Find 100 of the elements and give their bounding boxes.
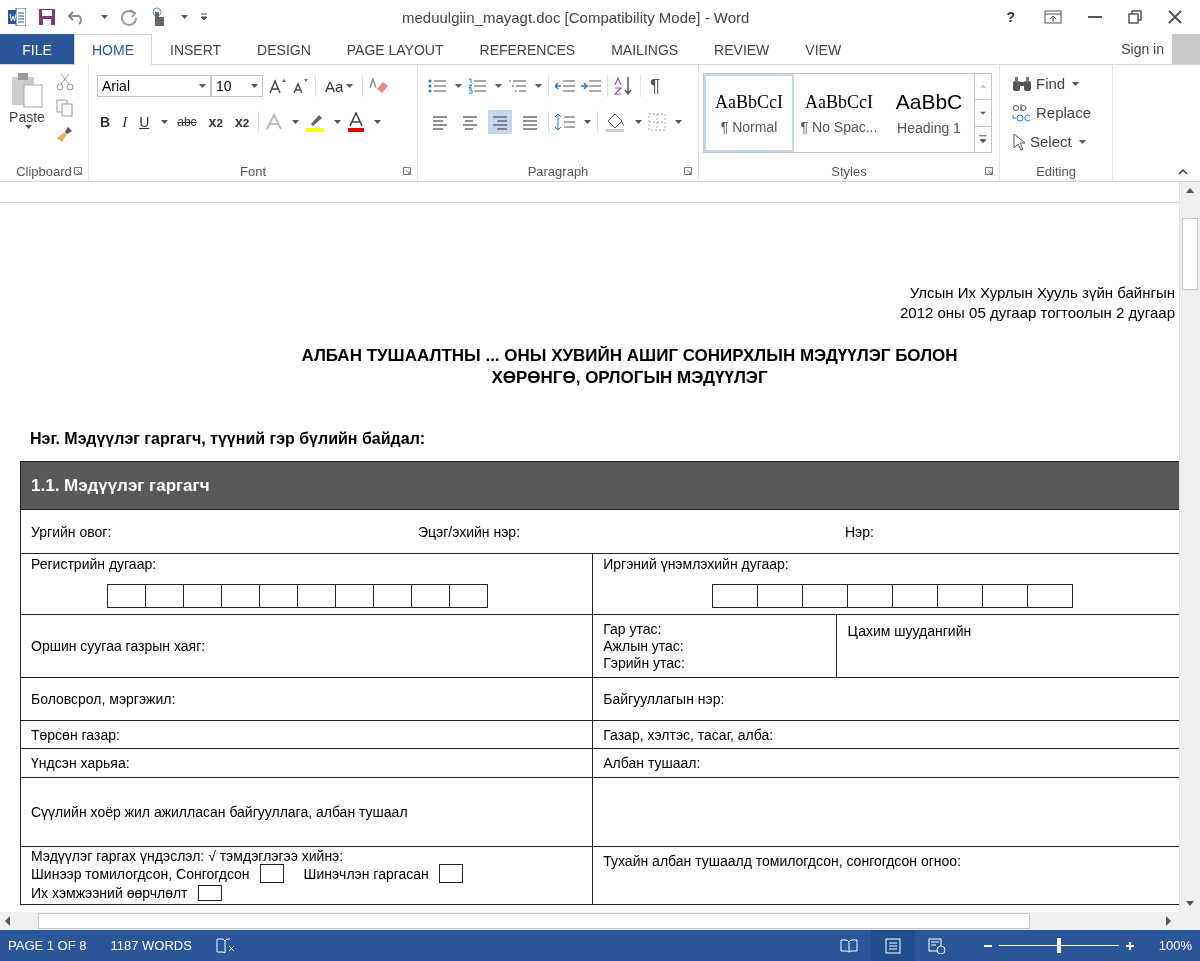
ribbon-tab[interactable]: DESIGN bbox=[239, 34, 329, 64]
ribbon-tab[interactable]: HOME bbox=[74, 34, 152, 65]
style-option[interactable]: AaBbCcI ¶ Normal bbox=[704, 74, 794, 152]
decrease-indent-icon[interactable] bbox=[555, 78, 575, 94]
caret-icon[interactable] bbox=[584, 120, 591, 124]
clipboard-icon[interactable] bbox=[10, 71, 44, 109]
grow-font-icon[interactable] bbox=[269, 78, 287, 94]
scrollbar-thumb[interactable] bbox=[38, 913, 1030, 929]
font-name-field[interactable]: Arial bbox=[97, 75, 211, 97]
ribbon-tab[interactable]: VIEW bbox=[787, 34, 860, 64]
dialog-launcher-icon[interactable] bbox=[74, 167, 82, 175]
digit-box[interactable] bbox=[411, 584, 450, 608]
checkbox[interactable] bbox=[197, 884, 222, 901]
word-count[interactable]: 1187 WORDS bbox=[110, 938, 192, 953]
digit-box[interactable] bbox=[937, 584, 984, 608]
caret-icon[interactable] bbox=[334, 120, 342, 124]
change-case-button[interactable]: Aa bbox=[322, 75, 357, 97]
paint-bucket-icon[interactable] bbox=[604, 112, 626, 132]
caret-icon[interactable] bbox=[101, 15, 108, 19]
digit-box[interactable] bbox=[297, 584, 336, 608]
digit-box[interactable] bbox=[449, 584, 488, 608]
show-formatting-button[interactable]: ¶ bbox=[647, 73, 664, 99]
digit-box[interactable] bbox=[145, 584, 184, 608]
sign-in-link[interactable]: Sign in bbox=[1121, 41, 1164, 57]
caret-icon[interactable] bbox=[455, 84, 462, 88]
caret-icon[interactable] bbox=[292, 120, 300, 124]
digit-box[interactable] bbox=[183, 584, 222, 608]
save-icon[interactable] bbox=[38, 8, 56, 26]
close-icon[interactable] bbox=[1168, 10, 1182, 24]
digit-box[interactable] bbox=[847, 584, 894, 608]
digit-box[interactable] bbox=[373, 584, 412, 608]
style-option[interactable]: AaBbCcI ¶ No Spac... bbox=[794, 74, 884, 152]
caret-icon[interactable] bbox=[346, 84, 354, 88]
caret-icon[interactable] bbox=[1078, 139, 1086, 144]
proofing-icon[interactable] bbox=[215, 937, 236, 954]
caret-icon[interactable] bbox=[251, 84, 258, 88]
customize-toolbar-icon[interactable] bbox=[200, 13, 208, 21]
page-count[interactable]: PAGE 1 OF 8 bbox=[8, 938, 87, 953]
find-button[interactable]: Find bbox=[1012, 71, 1092, 96]
zoom-slider-thumb[interactable] bbox=[1056, 938, 1061, 953]
digit-box[interactable] bbox=[712, 584, 759, 608]
shrink-font-icon[interactable] bbox=[293, 78, 309, 94]
brush-icon[interactable] bbox=[56, 125, 74, 143]
print-view-button[interactable] bbox=[870, 930, 915, 961]
digit-box[interactable] bbox=[892, 584, 939, 608]
digit-box[interactable] bbox=[1027, 584, 1074, 608]
caret-icon[interactable] bbox=[199, 84, 206, 88]
ribbon-tab[interactable]: INSERT bbox=[152, 34, 240, 64]
caret-icon[interactable] bbox=[635, 120, 642, 124]
ribbon-tab[interactable]: PAGE LAYOUT bbox=[328, 34, 462, 64]
italic-button[interactable]: I bbox=[119, 111, 131, 133]
paste-button[interactable]: Paste bbox=[4, 71, 50, 161]
increase-indent-icon[interactable] bbox=[581, 78, 601, 94]
digit-box[interactable] bbox=[107, 584, 146, 608]
touch-mode-icon[interactable] bbox=[150, 7, 166, 27]
ribbon-tab[interactable]: REFERENCES bbox=[461, 34, 594, 64]
minimize-icon[interactable] bbox=[1088, 15, 1102, 19]
dialog-launcher-icon[interactable] bbox=[684, 167, 692, 175]
digit-box[interactable] bbox=[982, 584, 1029, 608]
zoom-level[interactable]: 100% bbox=[1158, 938, 1192, 953]
ribbon-tab[interactable]: REVIEW bbox=[696, 34, 788, 64]
bold-button[interactable]: B bbox=[97, 112, 114, 132]
sort-icon[interactable] bbox=[614, 76, 634, 96]
strikethrough-button[interactable]: abc bbox=[174, 113, 200, 131]
font-size-field[interactable]: 10 bbox=[211, 75, 263, 97]
word-logo-icon[interactable] bbox=[8, 8, 26, 26]
checkbox[interactable] bbox=[259, 864, 284, 883]
caret-icon[interactable] bbox=[495, 84, 502, 88]
checkbox[interactable] bbox=[438, 864, 463, 883]
digit-box[interactable] bbox=[259, 584, 298, 608]
digit-box[interactable] bbox=[757, 584, 804, 608]
underline-button[interactable]: U bbox=[136, 112, 153, 132]
zoom-in-icon[interactable] bbox=[1124, 940, 1135, 951]
collapse-ribbon-icon[interactable] bbox=[1178, 169, 1188, 175]
digit-box[interactable] bbox=[335, 584, 374, 608]
bullet-list-icon[interactable] bbox=[428, 78, 446, 94]
multilevel-list-icon[interactable] bbox=[508, 78, 526, 94]
caret-icon[interactable] bbox=[374, 120, 382, 124]
digit-box[interactable] bbox=[221, 584, 260, 608]
restore-icon[interactable] bbox=[1128, 10, 1142, 24]
digit-box[interactable] bbox=[802, 584, 849, 608]
line-spacing-icon[interactable] bbox=[555, 113, 575, 131]
eraser-icon[interactable] bbox=[369, 77, 390, 95]
scrollbar-thumb[interactable] bbox=[1182, 218, 1198, 290]
font-color-icon[interactable] bbox=[347, 112, 366, 132]
help-button[interactable]: ? bbox=[1003, 7, 1018, 27]
scissors-icon[interactable] bbox=[56, 73, 74, 91]
caret-icon[interactable] bbox=[535, 84, 542, 88]
dialog-launcher-icon[interactable] bbox=[403, 167, 411, 175]
ribbon-tab[interactable]: FILE bbox=[0, 34, 74, 64]
select-button[interactable]: Select bbox=[1012, 129, 1092, 154]
highlighter-icon[interactable] bbox=[305, 112, 326, 132]
caret-icon[interactable] bbox=[25, 125, 32, 129]
caret-icon[interactable] bbox=[1072, 81, 1080, 86]
redo-icon[interactable] bbox=[120, 8, 138, 26]
caret-icon[interactable] bbox=[181, 15, 188, 19]
caret-icon[interactable] bbox=[675, 120, 682, 124]
ribbon-tab[interactable]: MAILINGS bbox=[593, 34, 697, 64]
dialog-launcher-icon[interactable] bbox=[985, 167, 993, 175]
caret-icon[interactable] bbox=[161, 120, 169, 124]
